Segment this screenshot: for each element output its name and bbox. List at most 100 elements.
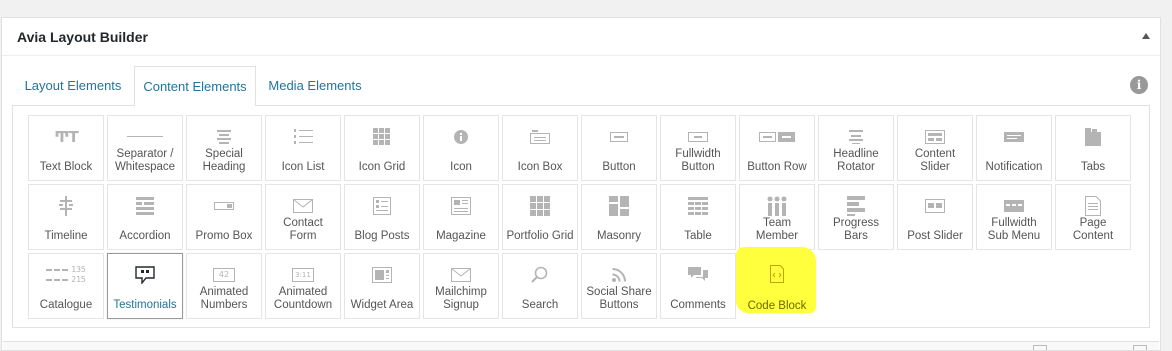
element-icon-list[interactable]: Icon List	[265, 115, 341, 181]
icon-box-icon	[503, 128, 577, 146]
element-button-row[interactable]: Button Row	[739, 115, 815, 181]
element-text-block[interactable]: ͲT Text Block	[28, 115, 104, 181]
element-label: Timeline	[44, 230, 88, 242]
element-contact-form[interactable]: Contact Form	[265, 184, 341, 250]
element-label: Masonry	[596, 230, 642, 242]
element-label: Button Row	[747, 161, 807, 173]
element-tabs[interactable]: Tabs	[1055, 115, 1131, 181]
speech-bubble-icon	[108, 266, 182, 284]
element-label: Search	[521, 299, 559, 311]
element-icon[interactable]: Icon	[423, 115, 499, 181]
element-headline-rotator[interactable]: Headline Rotator	[818, 115, 894, 181]
element-label: Portfolio Grid	[506, 230, 574, 242]
element-page-content[interactable]: Page Content	[1055, 184, 1131, 250]
element-table[interactable]: Table	[660, 184, 736, 250]
magazine-icon	[424, 197, 498, 215]
element-content-slider[interactable]: Content Slider	[897, 115, 973, 181]
element-label: Content Slider	[914, 148, 956, 173]
element-magazine[interactable]: Magazine	[423, 184, 499, 250]
element-icon-box[interactable]: Icon Box	[502, 115, 578, 181]
element-search[interactable]: Search	[502, 253, 578, 319]
element-icon-grid[interactable]: Icon Grid	[344, 115, 420, 181]
element-timeline[interactable]: Timeline	[28, 184, 104, 250]
element-special-heading[interactable]: Special Heading	[186, 115, 262, 181]
fullwidth-button-icon	[661, 128, 735, 146]
element-label: Magazine	[436, 230, 486, 242]
envelope-icon	[424, 266, 498, 284]
text-block-icon: ͲT	[54, 128, 79, 146]
element-code-block[interactable]: Code Block	[736, 247, 816, 319]
notification-icon	[977, 128, 1051, 146]
comments-icon	[661, 266, 735, 284]
tabs-icon	[1056, 128, 1130, 146]
tab-content-elements[interactable]: Content Elements	[134, 66, 256, 106]
element-masonry[interactable]: Masonry	[581, 184, 657, 250]
portfolio-grid-icon	[503, 196, 577, 216]
footer-control[interactable]	[1133, 345, 1147, 350]
accordion-icon	[108, 197, 182, 215]
panel-title: Avia Layout Builder	[17, 28, 148, 45]
element-promo-box[interactable]: Promo Box	[186, 184, 262, 250]
animated-numbers-value: 42	[213, 268, 235, 282]
promo-box-icon	[187, 197, 261, 215]
button-icon	[582, 128, 656, 146]
element-label: Icon Grid	[358, 161, 406, 173]
info-icon[interactable]: i	[1130, 76, 1148, 94]
element-fullwidth-sub-menu[interactable]: Fullwidth Sub Menu	[976, 184, 1052, 250]
element-team-member[interactable]: Team Member	[739, 184, 815, 250]
element-testimonials[interactable]: Testimonials	[107, 253, 183, 319]
element-portfolio-grid[interactable]: Portfolio Grid	[502, 184, 578, 250]
element-social-share-buttons[interactable]: Social Share Buttons	[581, 253, 657, 319]
progress-bars-icon	[819, 196, 893, 216]
element-label: Catalogue	[39, 299, 93, 311]
element-animated-countdown[interactable]: 3:11 Animated Countdown	[265, 253, 341, 319]
element-label: Contact Form	[283, 217, 323, 242]
element-label: Animated Numbers	[199, 286, 249, 311]
envelope-icon	[266, 197, 340, 215]
tab-media-elements[interactable]: Media Elements	[256, 66, 374, 105]
element-notification[interactable]: Notification	[976, 115, 1052, 181]
element-label: Separator / Whitespace	[114, 148, 176, 173]
element-widget-area[interactable]: Widget Area	[344, 253, 420, 319]
element-button[interactable]: Button	[581, 115, 657, 181]
countdown-value: 3:11	[292, 268, 314, 282]
element-label: Progress Bars	[832, 217, 880, 242]
element-animated-numbers[interactable]: 42 Animated Numbers	[186, 253, 262, 319]
element-comments[interactable]: Comments	[660, 253, 736, 319]
content-elements-area: ͲT Text Block Separator / Whitespace Specia…	[12, 105, 1150, 328]
widget-area-icon	[345, 266, 419, 284]
element-catalogue[interactable]: 135 215 Catalogue	[28, 253, 104, 319]
element-label: Page Content	[1072, 217, 1114, 242]
tab-bar: Layout Elements Content Elements Media E…	[12, 66, 1150, 106]
element-accordion[interactable]: Accordion	[107, 184, 183, 250]
element-label: Testimonials	[113, 299, 177, 311]
element-label: Comments	[670, 299, 726, 311]
timeline-icon	[29, 196, 103, 216]
element-label: Icon Box	[517, 161, 563, 173]
sub-menu-icon	[977, 197, 1051, 215]
element-label: Tabs	[1080, 161, 1106, 173]
element-separator-whitespace[interactable]: Separator / Whitespace	[107, 115, 183, 181]
collapse-arrow-icon[interactable]	[1140, 30, 1152, 42]
element-label: Fullwidth Button	[675, 148, 721, 173]
element-post-slider[interactable]: Post Slider	[897, 184, 973, 250]
element-label: Team Member	[755, 217, 799, 242]
icon-grid-icon	[345, 128, 419, 146]
element-fullwidth-button[interactable]: Fullwidth Button	[660, 115, 736, 181]
element-mailchimp-signup[interactable]: Mailchimp Signup	[423, 253, 499, 319]
element-progress-bars[interactable]: Progress Bars	[818, 184, 894, 250]
element-label: Special Heading	[202, 148, 246, 173]
button-row-icon	[740, 128, 814, 146]
panel-footer	[3, 341, 1159, 350]
avia-layout-builder-panel: Avia Layout Builder Layout Elements Cont…	[1, 17, 1161, 351]
footer-control[interactable]	[1033, 345, 1047, 350]
element-blog-posts[interactable]: Blog Posts	[344, 184, 420, 250]
element-label: Text Block	[39, 161, 93, 173]
element-label: Notification	[985, 161, 1043, 173]
panel-header[interactable]: Avia Layout Builder	[2, 18, 1160, 56]
tab-layout-elements[interactable]: Layout Elements	[12, 66, 134, 105]
element-label: Headline Rotator	[833, 148, 879, 173]
element-label: Social Share Buttons	[586, 286, 652, 311]
share-icon	[582, 266, 656, 284]
page-content-icon	[1056, 196, 1130, 216]
